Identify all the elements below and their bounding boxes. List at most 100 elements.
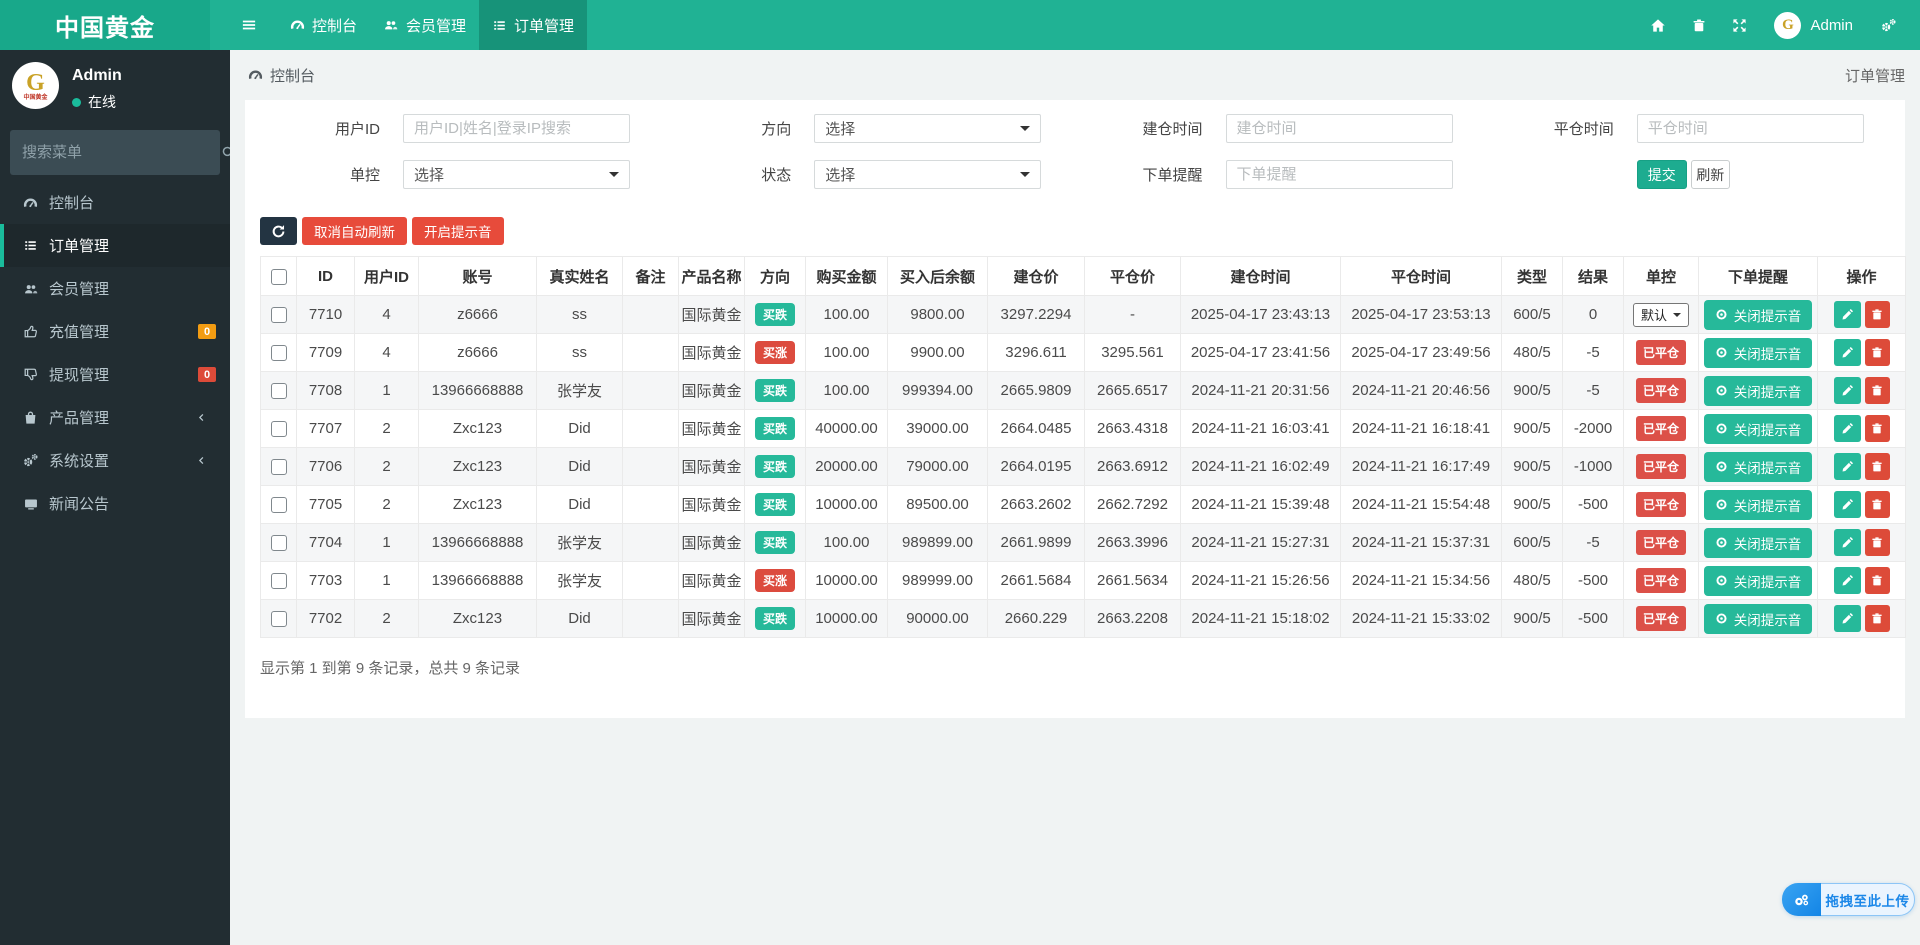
order-row-7706: 7706 2 Zxc123 Did 国际黄金 买跌 20000.00 79000.00 2664… — [260, 447, 1906, 486]
row-checkbox[interactable] — [270, 497, 287, 514]
close-sound-button[interactable]: 关闭提示音 — [1703, 527, 1813, 558]
sidebar-item-0[interactable]: 控制台 — [0, 181, 230, 224]
select-all-checkbox[interactable] — [270, 268, 287, 285]
top-navbar: 中国黄金 控制台 会员管理 订单管理 G Admin — [0, 0, 1920, 50]
edit-button[interactable] — [1833, 415, 1861, 442]
closed-badge: 已平仓 — [1635, 606, 1686, 631]
online-status: 在线 — [88, 94, 116, 110]
row-checkbox[interactable] — [270, 383, 287, 400]
close-sound-button[interactable]: 关闭提示音 — [1703, 451, 1813, 482]
sidebar-item-6[interactable]: 系统设置 — [0, 439, 230, 482]
col-header-17: 下单提醒 — [1698, 256, 1818, 296]
col-header-16: 单控 — [1623, 256, 1699, 296]
filter-input-0-2[interactable] — [1225, 114, 1453, 143]
close-sound-button[interactable]: 关闭提示音 — [1703, 299, 1813, 330]
chevron-left-icon — [193, 454, 210, 467]
close-sound-button[interactable]: 关闭提示音 — [1703, 603, 1813, 634]
tv-icon — [22, 497, 39, 511]
upload-dropzone[interactable]: 拖拽至此上传 — [1782, 883, 1915, 916]
edit-button[interactable] — [1833, 339, 1861, 366]
sidebar-item-2[interactable]: 会员管理 — [0, 267, 230, 310]
delete-button[interactable] — [1864, 453, 1890, 480]
navbar-tab-2[interactable]: 订单管理 — [479, 0, 588, 50]
sidebar-item-7[interactable]: 新闻公告 — [0, 482, 230, 525]
control-select[interactable]: 默认 — [1632, 302, 1689, 327]
delete-button[interactable] — [1864, 415, 1890, 442]
hamburger-icon — [241, 18, 257, 32]
row-checkbox[interactable] — [270, 307, 287, 324]
filter-select-1-0[interactable]: 选择 — [403, 160, 630, 189]
cancel-auto-refresh-button[interactable]: 取消自动刷新 — [302, 217, 407, 245]
sidebar-item-3[interactable]: 充值管理 0 — [0, 310, 230, 353]
close-sound-button[interactable]: 关闭提示音 — [1703, 337, 1813, 368]
filter-input-0-0[interactable] — [403, 114, 630, 143]
edit-button[interactable] — [1833, 453, 1861, 480]
user-menu[interactable]: G Admin — [1760, 0, 1867, 50]
submit-button[interactable]: 提交 — [1636, 160, 1687, 189]
delete-button[interactable] — [1864, 301, 1890, 328]
dashboard-icon — [290, 18, 305, 32]
row-checkbox[interactable] — [270, 535, 287, 552]
badge: 0 — [198, 324, 216, 339]
filter-input-0-3[interactable] — [1636, 114, 1864, 143]
home-button[interactable] — [1637, 0, 1679, 50]
filter-select-1-1[interactable]: 选择 — [814, 160, 1042, 189]
col-header-5: 备注 — [622, 256, 679, 296]
reset-button[interactable]: 刷新 — [1690, 160, 1730, 189]
upload-label: 拖拽至此上传 — [1821, 883, 1915, 916]
col-header-8: 购买金额 — [805, 256, 888, 296]
order-row-7704: 7704 1 13966668888 张学友 国际黄金 买跌 100.00 989899.00… — [260, 523, 1906, 562]
direction-badge: 买跌 — [754, 379, 795, 402]
delete-button[interactable] — [1864, 491, 1890, 518]
sidebar-menu: 控制台 订单管理 会员管理 充值管理 0 提现管理 0 产品管理 系统设置 新闻公告 — [0, 181, 230, 525]
navbar-tab-0[interactable]: 控制台 — [277, 0, 370, 50]
edit-button[interactable] — [1833, 491, 1861, 518]
clear-cache-button[interactable] — [1679, 0, 1719, 50]
sidebar: G中国黄金 Admin 在线 控制台订单管理会员管理充值管理0提现管理0产品管理… — [0, 50, 235, 945]
fullscreen-button[interactable] — [1719, 0, 1760, 50]
row-checkbox[interactable] — [270, 421, 287, 438]
sidebar-toggle-button[interactable] — [228, 0, 277, 50]
sidebar-search-input[interactable] — [22, 144, 221, 161]
sidebar-item-1[interactable]: 订单管理 — [0, 224, 230, 267]
thumbs-down-icon — [22, 367, 39, 382]
filter-input-1-2[interactable] — [1225, 160, 1453, 189]
circle-icon — [1715, 536, 1728, 549]
refresh-button[interactable] — [260, 217, 297, 245]
filter-select-0-1[interactable]: 选择 — [814, 114, 1042, 143]
edit-button[interactable] — [1833, 301, 1861, 328]
navbar-right: G Admin — [1637, 0, 1920, 50]
edit-button[interactable] — [1833, 377, 1861, 404]
delete-button[interactable] — [1864, 529, 1890, 556]
delete-button[interactable] — [1864, 605, 1890, 632]
navbar-tab-1[interactable]: 会员管理 — [370, 0, 479, 50]
breadcrumb[interactable]: 控制台 — [248, 65, 315, 86]
sidebar-item-4[interactable]: 提现管理 0 — [0, 353, 230, 396]
close-sound-button[interactable]: 关闭提示音 — [1703, 565, 1813, 596]
order-row-7703: 7703 1 13966668888 张学友 国际黄金 买涨 10000.00 989999.… — [260, 561, 1906, 600]
enable-sound-button[interactable]: 开启提示音 — [412, 217, 504, 245]
row-checkbox[interactable] — [270, 459, 287, 476]
direction-badge: 买涨 — [754, 569, 795, 592]
closed-badge: 已平仓 — [1635, 416, 1686, 441]
col-header-15: 结果 — [1562, 256, 1624, 296]
row-checkbox[interactable] — [270, 345, 287, 362]
settings-button[interactable] — [1867, 0, 1910, 50]
delete-button[interactable] — [1864, 567, 1890, 594]
circle-icon — [1715, 346, 1728, 359]
row-checkbox[interactable] — [270, 573, 287, 590]
close-sound-button[interactable]: 关闭提示音 — [1703, 413, 1813, 444]
close-sound-button[interactable]: 关闭提示音 — [1703, 375, 1813, 406]
row-checkbox[interactable] — [270, 611, 287, 628]
edit-button[interactable] — [1833, 567, 1861, 594]
close-sound-button[interactable]: 关闭提示音 — [1703, 489, 1813, 520]
delete-button[interactable] — [1864, 377, 1890, 404]
circle-icon — [1715, 574, 1728, 587]
delete-button[interactable] — [1864, 339, 1890, 366]
sidebar-item-5[interactable]: 产品管理 — [0, 396, 230, 439]
badge: 0 — [198, 367, 216, 382]
edit-button[interactable] — [1833, 605, 1861, 632]
sidebar-user-panel: G 中国黄金 Admin 在线 — [0, 50, 230, 122]
caret-down-icon — [1020, 172, 1031, 177]
edit-button[interactable] — [1833, 529, 1861, 556]
